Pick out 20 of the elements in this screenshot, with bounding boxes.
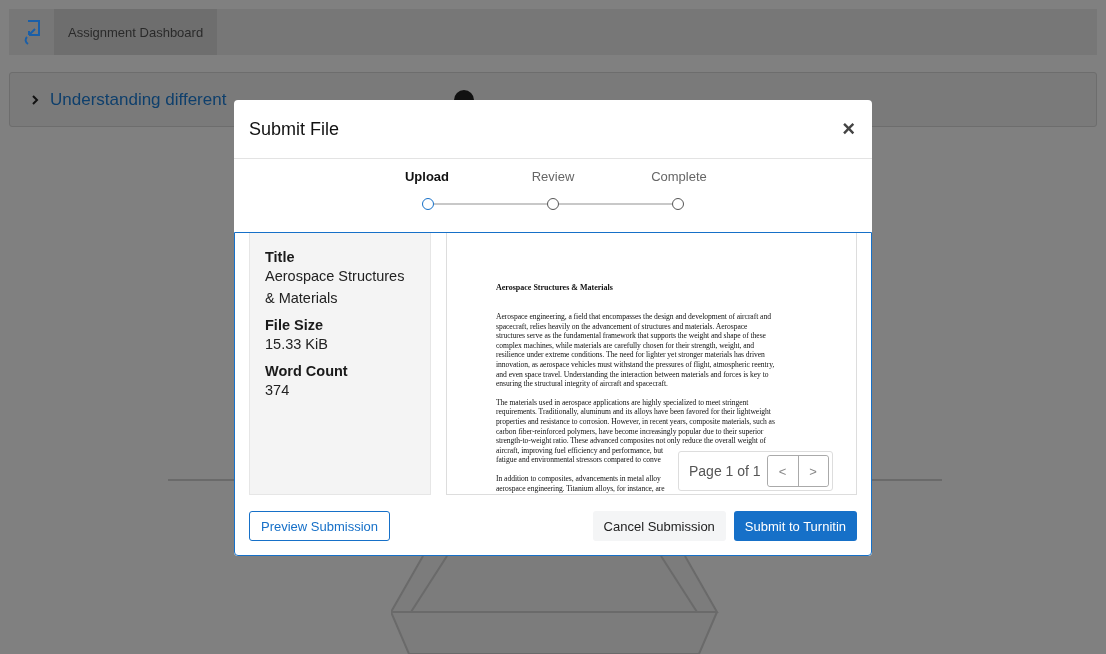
- detail-label: Title: [265, 249, 296, 265]
- dialog-title: Submit File: [249, 118, 340, 140]
- detail-value: 15.33 KiB: [265, 335, 329, 354]
- cancel-submission-button[interactable]: Cancel Submission: [592, 511, 726, 541]
- step-label: Upload: [404, 169, 450, 184]
- step-label: Complete: [651, 169, 707, 184]
- next-page-button[interactable]: >: [797, 456, 828, 486]
- detail-value: Aerospace Structures & Materials: [265, 267, 406, 308]
- step-label: Review: [531, 169, 575, 184]
- preview-submission-button[interactable]: Preview Submission: [249, 511, 391, 541]
- dashboard-tab[interactable]: Assignment Dashboard: [54, 9, 218, 55]
- assignment-title[interactable]: Understanding different: [50, 89, 227, 110]
- detail-label: Word Count: [265, 363, 349, 379]
- document-heading: Aerospace Structures & Materials: [496, 283, 614, 292]
- chevron-icon[interactable]: [30, 93, 40, 106]
- detail-label: File Size: [265, 317, 325, 333]
- close-button[interactable]: ×: [840, 118, 857, 140]
- submit-button[interactable]: Submit to Turnitin: [733, 511, 857, 541]
- detail-value: 374: [265, 381, 291, 400]
- page-indicator: Page 1 of 1: [688, 463, 761, 479]
